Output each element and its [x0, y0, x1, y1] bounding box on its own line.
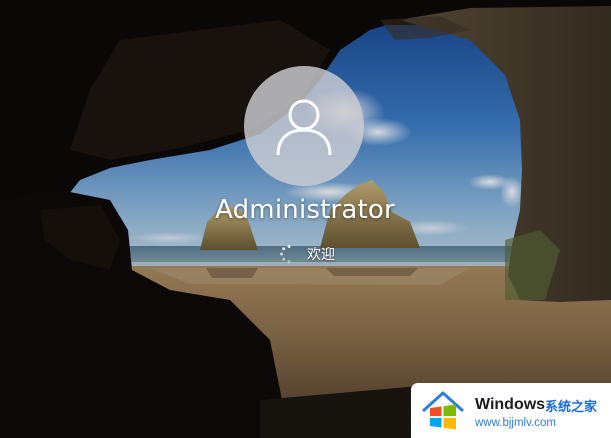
watermark-subtitle: 系统之家	[545, 400, 598, 415]
signin-status: 欢迎	[262, 243, 352, 265]
welcome-text: 欢迎	[307, 247, 335, 263]
site-watermark: Windows 系统之家 www.bjjmlv.com	[411, 383, 611, 438]
username-label: Administrator	[215, 195, 395, 225]
windows-logo-icon	[421, 391, 465, 430]
user-avatar	[244, 66, 364, 186]
user-silhouette-icon	[276, 99, 332, 156]
loading-spinner-icon	[279, 244, 299, 264]
lock-screen: Administrator 欢迎 Windows 系统之家 www.bjjmlv…	[0, 0, 611, 438]
watermark-url: www.bjjmlv.com	[475, 417, 556, 429]
watermark-title: Windows	[475, 396, 546, 413]
